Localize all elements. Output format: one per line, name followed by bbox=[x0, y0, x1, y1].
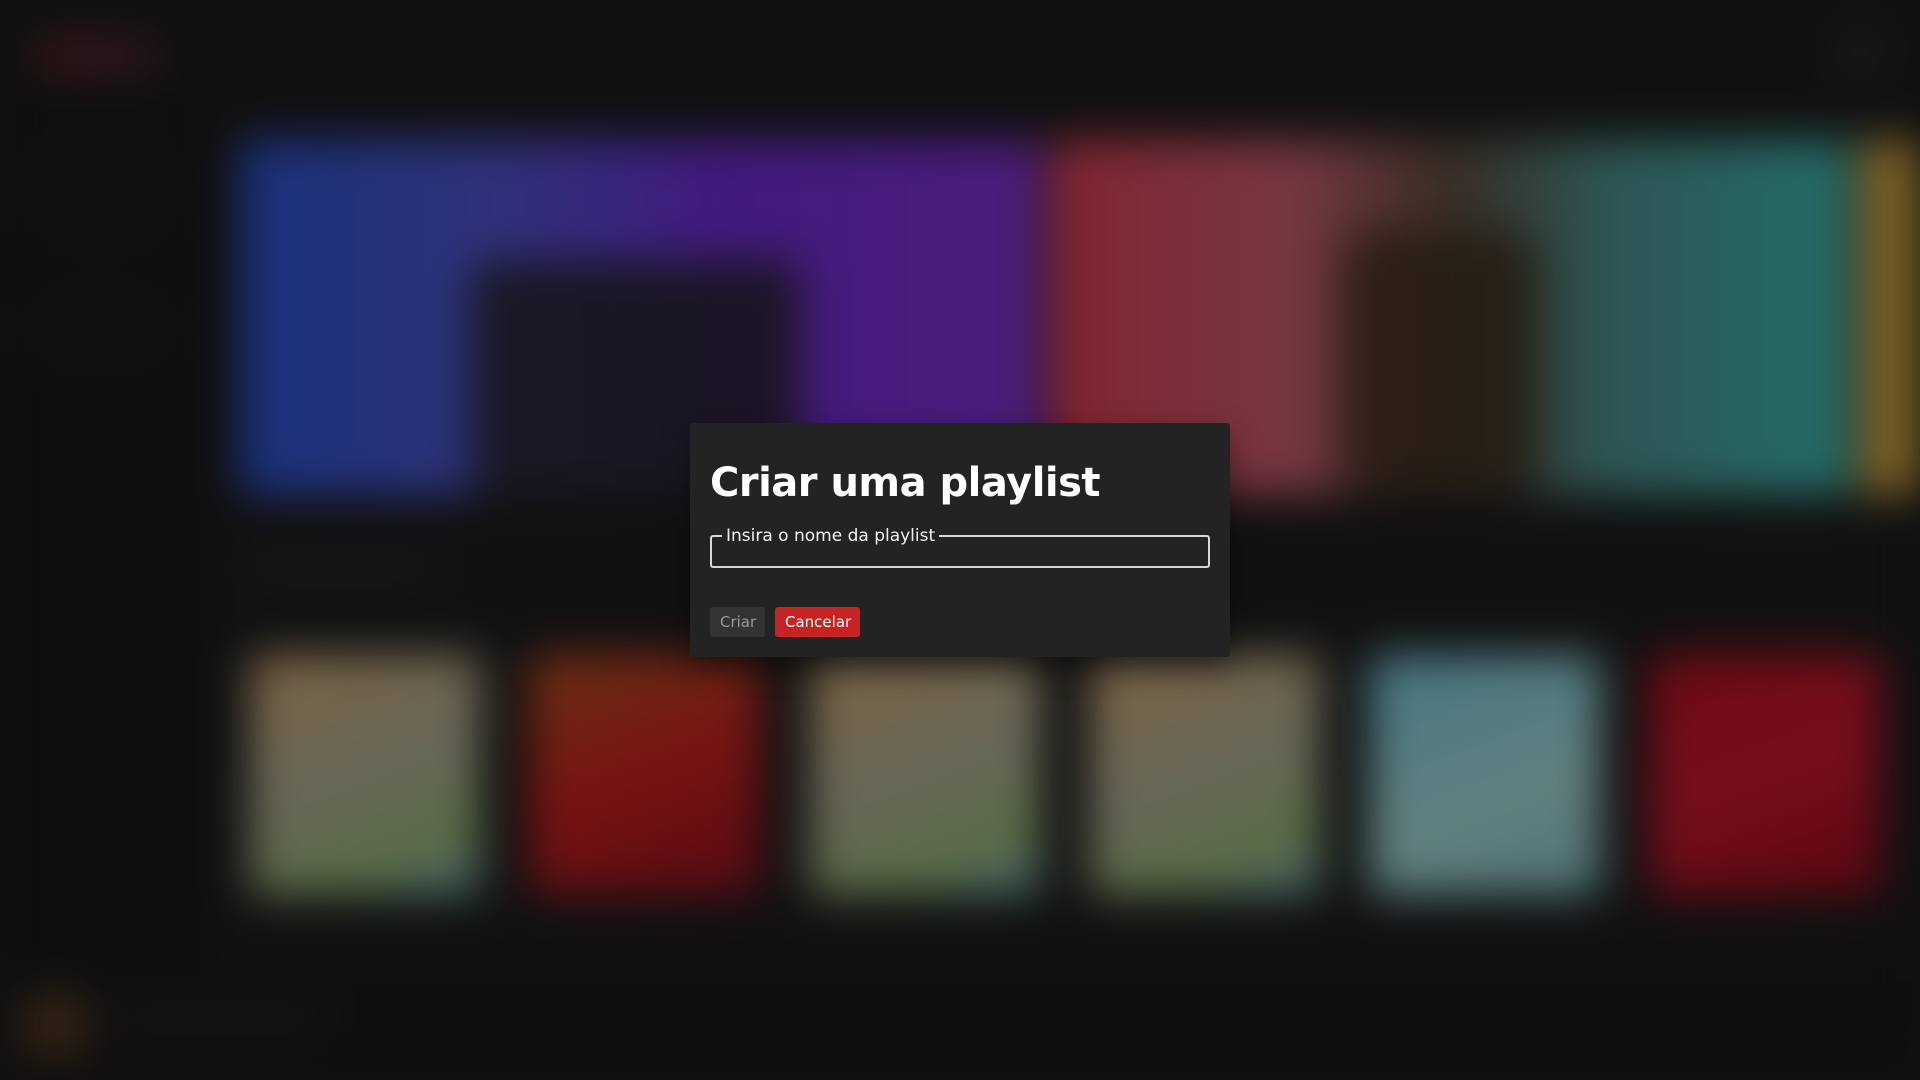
cancel-button[interactable]: Cancelar bbox=[775, 607, 860, 637]
dialog-title: Criar uma playlist bbox=[710, 460, 1101, 506]
create-playlist-dialog: Criar uma playlist Insira o nome da play… bbox=[690, 423, 1230, 657]
create-button[interactable]: Criar bbox=[710, 607, 765, 637]
playlist-name-input[interactable] bbox=[724, 545, 1196, 567]
playlist-name-label: Insira o nome da playlist bbox=[726, 526, 936, 546]
playlist-name-field[interactable]: Insira o nome da playlist bbox=[710, 527, 1210, 568]
